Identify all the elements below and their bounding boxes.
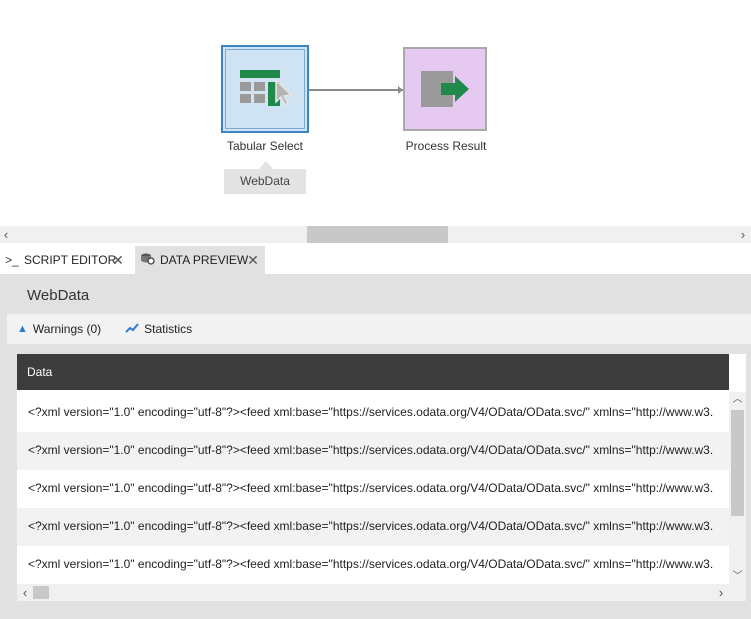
grid-horizontal-scrollbar[interactable]: ‹ › [17,584,729,601]
grid-vscroll-thumb[interactable] [731,410,744,516]
column-header-data[interactable]: Data [17,354,729,390]
table-row[interactable]: <?xml version="1.0" encoding="utf-8"?><f… [17,394,729,432]
grid-hscroll-thumb[interactable] [33,586,49,599]
warnings-label: Warnings (0) [32,322,102,336]
output-tag-webdata[interactable]: WebData [224,169,306,194]
chevron-down-icon[interactable]: ﹀ [729,569,746,585]
chevron-up-icon[interactable]: ︿ [729,392,746,408]
table-row[interactable]: <?xml version="1.0" encoding="utf-8"?><f… [17,508,729,546]
scroll-right-icon[interactable]: › [737,226,749,243]
canvas-scroll-thumb[interactable] [307,226,448,243]
warning-triangle-icon: ▲ [17,323,28,335]
trend-chart-icon [125,322,139,336]
table-select-icon [240,70,293,107]
data-preview-icon [140,252,156,269]
tag-pointer [259,161,273,169]
grid-body: <?xml version="1.0" encoding="utf-8"?><f… [17,394,729,584]
terminal-icon: >_ [5,253,19,267]
bottom-tab-strip: >_ SCRIPT EDITOR ✕ DATA PREVIEW ✕ [0,246,751,274]
warnings-button[interactable]: ▲ Warnings (0) [17,322,101,336]
tab-script-editor[interactable]: >_ SCRIPT EDITOR ✕ [0,246,130,274]
data-preview-panel: WebData ▲ Warnings (0) Statistics Data <… [0,274,751,619]
statistics-label: Statistics [144,322,193,336]
connector-line [309,89,403,91]
node-label-process-result: Process Result [405,139,487,153]
workflow-canvas[interactable]: Tabular Select Process Result WebData [0,0,751,226]
statistics-button[interactable]: Statistics [125,322,192,336]
data-grid[interactable]: Data <?xml version="1.0" encoding="utf-8… [17,354,746,601]
table-row[interactable]: <?xml version="1.0" encoding="utf-8"?><f… [17,546,729,584]
export-arrow-icon [421,71,469,107]
scrollbar-corner [729,584,746,601]
tab-data-preview[interactable]: DATA PREVIEW ✕ [135,246,265,274]
panel-title: WebData [27,287,90,304]
scroll-left-icon[interactable]: ‹ [0,226,12,243]
table-row[interactable]: <?xml version="1.0" encoding="utf-8"?><f… [17,470,729,508]
node-label-tabular-select: Tabular Select [226,139,304,153]
close-icon[interactable]: ✕ [112,253,124,267]
process-result-node[interactable] [403,47,487,131]
close-icon[interactable]: ✕ [247,253,259,267]
tab-script-editor-label: SCRIPT EDITOR [24,253,117,267]
preview-toolbar: ▲ Warnings (0) Statistics [7,314,751,344]
grid-vertical-scrollbar[interactable]: ︿ ﹀ [729,392,746,585]
tabular-select-node[interactable] [221,45,309,133]
tab-data-preview-label: DATA PREVIEW [160,253,249,267]
app-window: Tabular Select Process Result WebData ‹ … [0,0,751,619]
scroll-right-icon[interactable]: › [715,584,727,601]
scroll-left-icon[interactable]: ‹ [19,584,31,601]
table-row[interactable]: <?xml version="1.0" encoding="utf-8"?><f… [17,432,729,470]
canvas-horizontal-scrollbar[interactable]: ‹ › [0,226,751,243]
